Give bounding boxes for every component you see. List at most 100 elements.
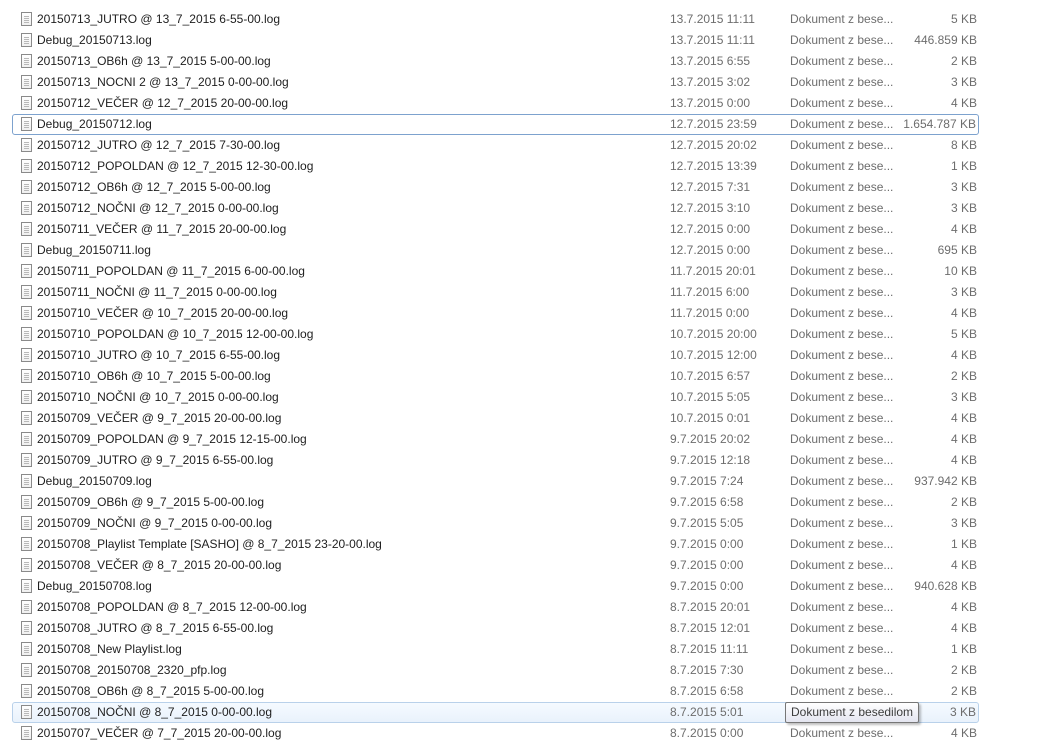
file-row[interactable]: 20150713_NOCNI 2 @ 13_7_2015 0-00-00.log… <box>0 72 1061 93</box>
file-date-modified: 10.7.2015 6:57 <box>670 369 751 383</box>
text-document-icon <box>21 705 32 719</box>
file-row[interactable]: 20150708_20150708_2320_pfp.log 8.7.2015 7… <box>0 660 1061 681</box>
file-type: Dokument z bese... <box>790 663 894 677</box>
file-type: Dokument z bese... <box>790 33 894 47</box>
file-row[interactable]: 20150712_POPOLDAN @ 12_7_2015 12-30-00.l… <box>0 156 1061 177</box>
file-row[interactable]: 20150712_JUTRO @ 12_7_2015 7-30-00.log 12… <box>0 135 1061 156</box>
text-document-icon <box>21 579 32 593</box>
file-name: Debug_20150713.log <box>37 33 152 47</box>
text-document-icon <box>21 201 32 215</box>
file-date-modified: 13.7.2015 6:55 <box>670 54 751 68</box>
file-size: 5 KB <box>950 327 977 341</box>
file-date-modified: 9.7.2015 6:58 <box>670 495 744 509</box>
file-row[interactable]: 20150710_NOČNI @ 10_7_2015 0-00-00.log 10… <box>0 387 1061 408</box>
file-row[interactable]: 20150708_JUTRO @ 8_7_2015 6-55-00.log 8.7… <box>0 618 1061 639</box>
file-row[interactable]: 20150709_VEČER @ 9_7_2015 20-00-00.log 10… <box>0 408 1061 429</box>
file-row[interactable]: 20150710_POPOLDAN @ 10_7_2015 12-00-00.l… <box>0 324 1061 345</box>
file-name: 20150709_VEČER @ 9_7_2015 20-00-00.log <box>37 411 282 425</box>
file-row[interactable]: 20150707_VEČER @ 7_7_2015 20-00-00.log 8.… <box>0 723 1061 744</box>
file-date-modified: 12.7.2015 3:10 <box>670 201 751 215</box>
file-size: 10 KB <box>944 264 977 278</box>
file-name: 20150713_OB6h @ 13_7_2015 5-00-00.log <box>37 54 271 68</box>
text-document-icon <box>21 516 32 530</box>
file-row[interactable]: 20150708_OB6h @ 8_7_2015 5-00-00.log 8.7.… <box>0 681 1061 702</box>
text-document-icon <box>21 54 32 68</box>
file-date-modified: 8.7.2015 20:01 <box>670 600 751 614</box>
text-document-icon <box>21 642 32 656</box>
file-type: Dokument z bese... <box>790 411 894 425</box>
text-document-icon <box>21 348 32 362</box>
file-row[interactable]: 20150713_OB6h @ 13_7_2015 5-00-00.log 13.… <box>0 51 1061 72</box>
file-row[interactable]: Debug_20150711.log 12.7.2015 0:00 Dokument… <box>0 240 1061 261</box>
file-name: 20150712_OB6h @ 12_7_2015 5-00-00.log <box>37 180 271 194</box>
file-row[interactable]: Debug_20150713.log 13.7.2015 11:11 Dokumen… <box>0 30 1061 51</box>
file-date-modified: 9.7.2015 7:24 <box>670 474 744 488</box>
file-type: Dokument z bese... <box>790 369 894 383</box>
file-date-modified: 8.7.2015 6:58 <box>670 684 744 698</box>
file-type: Dokument z bese... <box>790 96 894 110</box>
file-type: Dokument z bese... <box>790 600 894 614</box>
file-name: 20150708_NOČNI @ 8_7_2015 0-00-00.log <box>37 705 273 719</box>
file-name: 20150709_JUTRO @ 9_7_2015 6-55-00.log <box>37 453 274 467</box>
file-type: Dokument z bese... <box>790 432 894 446</box>
text-document-icon <box>21 117 32 131</box>
file-row[interactable]: Debug_20150709.log 9.7.2015 7:24 Dokument … <box>0 471 1061 492</box>
file-row[interactable]: 20150708_POPOLDAN @ 8_7_2015 12-00-00.lo… <box>0 597 1061 618</box>
file-name: 20150709_NOČNI @ 9_7_2015 0-00-00.log <box>37 516 273 530</box>
file-name: 20150708_OB6h @ 8_7_2015 5-00-00.log <box>37 684 265 698</box>
file-row[interactable]: 20150709_POPOLDAN @ 9_7_2015 12-15-00.lo… <box>0 429 1061 450</box>
file-row[interactable]: 20150712_VEČER @ 12_7_2015 20-00-00.log 1… <box>0 93 1061 114</box>
file-row[interactable]: 20150710_VEČER @ 10_7_2015 20-00-00.log 1… <box>0 303 1061 324</box>
file-size: 3 KB <box>949 705 976 719</box>
file-list: 20150713_JUTRO @ 13_7_2015 6-55-00.log 13… <box>0 9 1061 744</box>
file-row[interactable]: 20150710_OB6h @ 10_7_2015 5-00-00.log 10.… <box>0 366 1061 387</box>
file-size: 4 KB <box>950 348 977 362</box>
file-name: 20150710_OB6h @ 10_7_2015 5-00-00.log <box>37 369 271 383</box>
file-name: 20150712_NOČNI @ 12_7_2015 0-00-00.log <box>37 201 279 215</box>
file-type: Dokument z bese... <box>790 558 894 572</box>
file-date-modified: 13.7.2015 11:11 <box>670 12 755 26</box>
type-tooltip: Dokument z besedilom <box>785 702 920 723</box>
file-row[interactable]: 20150710_JUTRO @ 10_7_2015 6-55-00.log 10… <box>0 345 1061 366</box>
file-size: 4 KB <box>950 453 977 467</box>
file-row[interactable]: Debug_20150708.log 9.7.2015 0:00 Dokument … <box>0 576 1061 597</box>
file-date-modified: 9.7.2015 0:00 <box>670 537 744 551</box>
file-row[interactable]: Debug_20150712.log 12.7.2015 23:59 Dokumen… <box>12 114 979 135</box>
text-document-icon <box>21 285 32 299</box>
file-size: 2 KB <box>950 369 977 383</box>
file-date-modified: 12.7.2015 20:02 <box>670 138 757 152</box>
file-row[interactable]: 20150709_JUTRO @ 9_7_2015 6-55-00.log 9.7… <box>0 450 1061 471</box>
file-size: 4 KB <box>950 306 977 320</box>
file-type: Dokument z bese... <box>790 684 894 698</box>
file-row[interactable]: 20150711_VEČER @ 11_7_2015 20-00-00.log 1… <box>0 219 1061 240</box>
file-row[interactable]: 20150711_NOČNI @ 11_7_2015 0-00-00.log 11… <box>0 282 1061 303</box>
file-row[interactable]: 20150708_New Playlist.log 8.7.2015 11:11 D… <box>0 639 1061 660</box>
file-type: Dokument z bese... <box>790 117 894 131</box>
file-type: Dokument z bese... <box>790 285 894 299</box>
file-date-modified: 12.7.2015 23:59 <box>670 117 757 131</box>
file-date-modified: 10.7.2015 12:00 <box>670 348 757 362</box>
file-row[interactable]: 20150709_NOČNI @ 9_7_2015 0-00-00.log 9.7… <box>0 513 1061 534</box>
file-row[interactable]: 20150712_NOČNI @ 12_7_2015 0-00-00.log 12… <box>0 198 1061 219</box>
file-type: Dokument z bese... <box>790 159 894 173</box>
text-document-icon <box>21 432 32 446</box>
text-document-icon <box>21 243 32 257</box>
file-size: 4 KB <box>950 222 977 236</box>
file-size: 1.654.787 KB <box>903 117 976 131</box>
text-document-icon <box>21 138 32 152</box>
file-size: 2 KB <box>950 663 977 677</box>
text-document-icon <box>21 474 32 488</box>
file-row[interactable]: 20150709_OB6h @ 9_7_2015 5-00-00.log 9.7.… <box>0 492 1061 513</box>
file-date-modified: 11.7.2015 20:01 <box>670 264 756 278</box>
file-row[interactable]: 20150711_POPOLDAN @ 11_7_2015 6-00-00.lo… <box>0 261 1061 282</box>
file-size: 3 KB <box>950 516 977 530</box>
file-row[interactable]: 20150712_OB6h @ 12_7_2015 5-00-00.log 12.… <box>0 177 1061 198</box>
file-row[interactable]: 20150708_VEČER @ 8_7_2015 20-00-00.log 9.… <box>0 555 1061 576</box>
file-size: 695 KB <box>937 243 977 257</box>
file-row[interactable]: 20150713_JUTRO @ 13_7_2015 6-55-00.log 13… <box>0 9 1061 30</box>
file-name: 20150708_POPOLDAN @ 8_7_2015 12-00-00.lo… <box>37 600 307 614</box>
file-row[interactable]: 20150708_Playlist Template [SASHO] @ 8_7… <box>0 534 1061 555</box>
file-name: 20150709_POPOLDAN @ 9_7_2015 12-15-00.lo… <box>37 432 307 446</box>
text-document-icon <box>21 411 32 425</box>
file-name: 20150710_JUTRO @ 10_7_2015 6-55-00.log <box>37 348 281 362</box>
